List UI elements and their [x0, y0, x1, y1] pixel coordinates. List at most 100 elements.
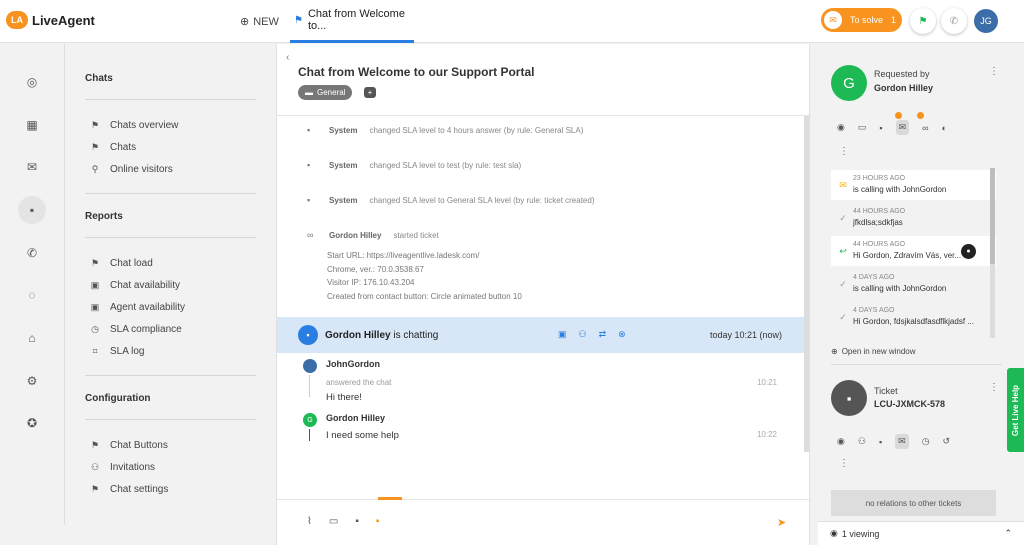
sidebar-item-chats-overview[interactable]: ⚑ Chats overview [89, 120, 178, 131]
bank-icon[interactable]: ⌂ [18, 324, 46, 352]
sidebar-item-chat-buttons[interactable]: ⚑ Chat Buttons [89, 440, 168, 451]
collapse-icon[interactable]: ‹ [286, 52, 289, 63]
sidebar-item-online-visitors[interactable]: ⚲ Online visitors [89, 164, 173, 175]
flag-icon: ⚑ [90, 440, 100, 450]
user-avatar[interactable]: JG [974, 9, 998, 33]
sidebar-item-chat-availability[interactable]: ▣ Chat availability [89, 280, 180, 291]
more-icon[interactable]: ⋮ [989, 66, 999, 77]
tab-chat[interactable]: ⚑ Chat from Welcome to... [290, 0, 414, 43]
chatting-name: Gordon Hilley [325, 330, 391, 341]
info-contact-button: Created from contact button: Circle anim… [327, 291, 522, 301]
flag-icon: ⚑ [90, 120, 100, 130]
notification-badge [895, 112, 902, 119]
phone-icon[interactable]: ✆ [18, 239, 46, 267]
users-icon[interactable]: ⚇ [858, 436, 866, 447]
gear-icon[interactable]: ⚙ [18, 367, 46, 395]
timeline-item[interactable]: ✓ 4 DAYS AGO is calling with JohnGordon [831, 269, 996, 299]
timeline-item[interactable]: ✓ 44 HOURS AGO jfkdlsa;sdkfjas [831, 203, 996, 233]
link-icon[interactable]: ∞ [922, 123, 928, 133]
ticket-sidebar: G Requested by Gordon Hilley ⋮ ◉ ▭ ▪ ✉ ∞… [811, 44, 1024, 545]
sidebar-item-agent-availability[interactable]: ▣ Agent availability [89, 302, 185, 313]
comment-icon[interactable]: ▭ [329, 516, 338, 527]
requester-name[interactable]: Gordon Hilley [874, 83, 933, 93]
send-icon[interactable]: ➤ [777, 516, 786, 529]
pin-icon: ⚲ [91, 164, 99, 174]
flag-icon: ⚑ [918, 15, 928, 27]
open-in-new-window-link[interactable]: ⊕ Open in new window [831, 347, 916, 356]
add-user-icon[interactable]: ⚇ [579, 329, 587, 340]
folder-icon: ▬ [305, 88, 313, 97]
phone-status-button[interactable]: ✆ [941, 8, 967, 34]
department-tag[interactable]: ▬ General [298, 85, 353, 100]
new-button[interactable]: ⊕ NEW [240, 15, 279, 29]
dashboard-check-icon[interactable]: ◎ [18, 68, 46, 96]
mail-icon[interactable]: ✉ [895, 434, 909, 449]
timeline-item[interactable]: ✉ 23 HOURS AGO is calling with JohnGordon [831, 170, 996, 200]
star-icon[interactable]: ✪ [18, 409, 46, 437]
chevron-up-icon[interactable]: ⌃ [1004, 528, 1012, 539]
sidebar-item-sla-compliance[interactable]: ◷ SLA compliance [89, 324, 182, 335]
chat-bubble-icon: ▪ [298, 325, 318, 345]
chat-status-button[interactable]: ⚑ [910, 8, 936, 34]
transfer-icon[interactable]: ⇄ [599, 329, 607, 340]
flag-icon: ▪ [307, 125, 311, 135]
end-chat-icon[interactable]: ⊗ [618, 329, 626, 340]
thread-line [309, 429, 310, 441]
more-icon[interactable]: ⋮ [839, 458, 849, 469]
sidebar-item-chat-settings[interactable]: ⚑ Chat settings [89, 484, 168, 495]
user-icon[interactable]: ◉ [837, 122, 845, 133]
message-time: 10:21 [756, 378, 777, 387]
message-feed: ▪ System changed SLA level to 4 hours answ… [277, 116, 804, 452]
agent-avatar [303, 359, 317, 373]
message-subtitle: answered the chat [326, 378, 392, 387]
timeline-item[interactable]: ✓ 4 DAYS AGO Hi Gordon, fdsjkalsdfasdflkja… [831, 302, 996, 332]
mail-icon[interactable]: ✉ [18, 153, 46, 181]
logo-text: LiveAgent [32, 12, 95, 28]
sidebar-item-sla-log[interactable]: ⌗ SLA log [89, 346, 144, 357]
to-solve-button[interactable]: ✉ To solve 1 [821, 8, 902, 32]
event-text: changed SLA level to General SLA level (… [369, 195, 595, 205]
chatting-status: Gordon Hilley is chatting [325, 330, 438, 341]
more-icon[interactable]: ⋮ [839, 146, 849, 157]
timeline-scroll-thumb[interactable] [990, 168, 995, 264]
mail-icon[interactable]: ✉ [895, 120, 910, 135]
knowledge-icon[interactable]: ◌ [18, 281, 46, 309]
requester-avatar[interactable]: G [831, 65, 867, 101]
timeline-time: 44 HOURS AGO [853, 208, 906, 215]
message-author: JohnGordon [326, 359, 380, 369]
alarm-icon[interactable]: ◷ [922, 436, 930, 447]
chat-icon[interactable]: ▪ [18, 196, 46, 224]
active-composer-indicator [378, 497, 402, 500]
canned-response-icon[interactable]: ▪ [355, 516, 359, 527]
flag-icon: ⚑ [90, 142, 100, 152]
sidebar-item-invitations[interactable]: ⚇ Invitations [89, 462, 155, 473]
contact-card-icon[interactable]: ▣ [558, 329, 567, 340]
sidebar-item-chats[interactable]: ⚑ Chats [89, 142, 136, 153]
more-icon[interactable]: ⋮ [989, 382, 999, 393]
liveagent-logo[interactable]: LA LiveAgent [6, 11, 95, 29]
sidebar-item-label: Chat Buttons [110, 440, 168, 451]
sidebar-item-label: Online visitors [110, 164, 173, 175]
window-icon[interactable]: ▭ [858, 122, 867, 133]
calendar-icon: ▣ [90, 302, 100, 312]
live-help-label: Get Live Help [1011, 384, 1020, 436]
feed-scrollbar[interactable] [804, 116, 809, 452]
chat-reply-icon[interactable]: ▪ [376, 516, 380, 527]
attachment-icon[interactable]: ⌇ [307, 516, 312, 527]
ticket-icon[interactable]: ▪ [879, 123, 882, 133]
avatar-icon[interactable]: ◐ [942, 123, 947, 133]
ticket-icon[interactable]: ▪ [879, 437, 882, 447]
flag-icon: ⚑ [90, 258, 100, 268]
add-tag-button[interactable]: + [364, 87, 376, 98]
user-icon[interactable]: ◉ [837, 436, 845, 447]
crop-icon: ⌗ [92, 346, 98, 356]
sidebar-item-chat-load[interactable]: ⚑ Chat load [89, 258, 153, 269]
get-live-help-button[interactable]: Get Live Help [1007, 368, 1024, 452]
viewers-bar[interactable]: ◉ 1 viewing ⌃ [818, 521, 1024, 545]
event-text: changed SLA level to test (by rule: test… [369, 160, 522, 170]
grid-icon[interactable]: ▦ [18, 111, 46, 139]
history-icon[interactable]: ↺ [943, 436, 951, 447]
start-event: ∞ Gordon Hilley started ticket [307, 230, 439, 240]
ticket-label: Ticket [874, 386, 898, 396]
to-solve-label: To solve [850, 15, 884, 25]
